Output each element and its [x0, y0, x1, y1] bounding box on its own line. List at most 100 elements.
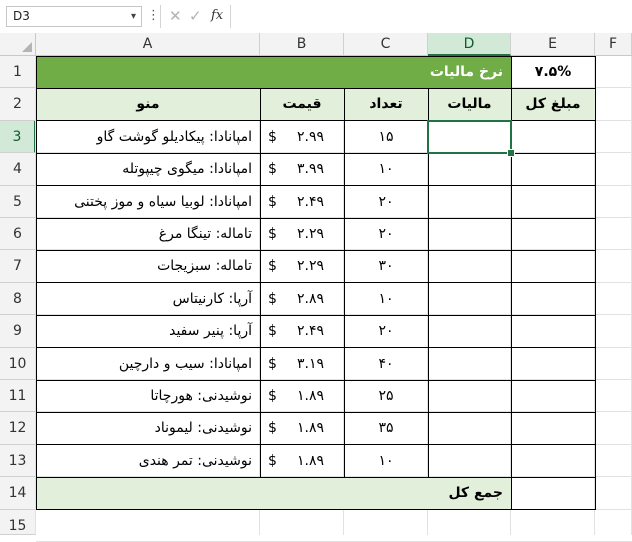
- row-header-11[interactable]: 11: [0, 380, 36, 413]
- total-cell[interactable]: [511, 315, 595, 347]
- row-header-14[interactable]: 14: [0, 477, 36, 510]
- column-header-a[interactable]: A: [36, 33, 260, 56]
- row-header-1[interactable]: 1: [0, 56, 36, 89]
- quantity-cell[interactable]: ۳۵: [344, 412, 428, 444]
- total-cell[interactable]: [511, 250, 595, 282]
- price-cell[interactable]: $۲.۹۹: [260, 121, 344, 153]
- menu-item-cell[interactable]: نوشیدنی: لیموناد: [36, 412, 260, 444]
- row-header-12[interactable]: 12: [0, 412, 36, 445]
- menu-item-cell[interactable]: نوشیدنی: تمر هندی: [36, 445, 260, 477]
- menu-item-cell[interactable]: تاماله: سبزیجات: [36, 250, 260, 282]
- tax-cell[interactable]: [428, 315, 511, 347]
- grand-total-value[interactable]: [511, 477, 595, 509]
- chevron-down-icon[interactable]: ▾: [131, 7, 136, 26]
- price-cell[interactable]: $۲.۸۹: [260, 283, 344, 315]
- price-value: ۱.۸۹: [296, 452, 324, 469]
- row-header-15[interactable]: 15: [0, 509, 36, 535]
- x-icon[interactable]: ✕: [169, 7, 182, 25]
- check-icon[interactable]: ✓: [189, 7, 202, 25]
- tax-cell[interactable]: [428, 348, 511, 380]
- row-header-4[interactable]: 4: [0, 153, 36, 186]
- row-header-5[interactable]: 5: [0, 185, 36, 218]
- menu-item-cell[interactable]: امپانادا: پیکادیلو گوشت گاو: [36, 121, 260, 153]
- quantity-cell[interactable]: ۱۵: [344, 121, 428, 153]
- price-cell[interactable]: $۳.۱۹: [260, 348, 344, 380]
- menu-item-cell[interactable]: نوشیدنی: هورچاتا: [36, 380, 260, 412]
- price-cell[interactable]: $۲.۴۹: [260, 186, 344, 218]
- header-menu[interactable]: منو: [36, 88, 260, 121]
- currency-symbol: $: [268, 193, 277, 210]
- row-header-7[interactable]: 7: [0, 250, 36, 283]
- tax-cell[interactable]: [428, 412, 511, 444]
- tax-cell[interactable]: [428, 283, 511, 315]
- tax-rate-label[interactable]: نرخ مالیات: [36, 56, 511, 89]
- fill-handle[interactable]: [507, 149, 515, 158]
- total-cell[interactable]: [511, 283, 595, 315]
- column-header-f[interactable]: F: [595, 33, 632, 56]
- quantity-cell[interactable]: ۲۰: [344, 186, 428, 218]
- tax-cell[interactable]: [428, 445, 511, 477]
- tax-cell[interactable]: [428, 250, 511, 282]
- menu-item-cell[interactable]: تاماله: تینگا مرغ: [36, 218, 260, 250]
- total-cell[interactable]: [511, 121, 595, 153]
- tax-rate-value[interactable]: ۷.۵%: [511, 56, 595, 88]
- header-quantity[interactable]: تعداد: [344, 88, 428, 121]
- price-cell[interactable]: $۱.۸۹: [260, 445, 344, 477]
- active-cell-selection[interactable]: [427, 119, 512, 155]
- total-cell[interactable]: [511, 380, 595, 412]
- column-header-b[interactable]: B: [260, 33, 344, 56]
- column-header-e[interactable]: E: [511, 33, 595, 56]
- total-cell[interactable]: [511, 153, 595, 185]
- price-cell[interactable]: $۲.۴۹: [260, 315, 344, 347]
- header-tax[interactable]: مالیات: [428, 88, 511, 121]
- name-box[interactable]: D3 ▾: [6, 6, 142, 27]
- menu-item-cell[interactable]: امپانادا: لوبیا سیاه و موز پختنی: [36, 186, 260, 218]
- price-cell[interactable]: $۱.۸۹: [260, 380, 344, 412]
- row-header-2[interactable]: 2: [0, 88, 36, 121]
- total-cell[interactable]: [511, 186, 595, 218]
- quantity-cell[interactable]: ۲۰: [344, 218, 428, 250]
- select-all-button[interactable]: [0, 33, 36, 56]
- price-value: ۳.۱۹: [296, 355, 324, 372]
- header-total[interactable]: مبلغ کل: [511, 88, 595, 121]
- total-cell[interactable]: [511, 348, 595, 380]
- menu-item-cell[interactable]: امپانادا: سیب و دارچین: [36, 348, 260, 380]
- quantity-cell[interactable]: ۴۰: [344, 348, 428, 380]
- price-value: ۳.۹۹: [296, 161, 324, 178]
- price-cell[interactable]: $۲.۲۹: [260, 218, 344, 250]
- more-options-icon[interactable]: ⋮: [147, 8, 160, 23]
- menu-item-cell[interactable]: آرپا: کارنیتاس: [36, 283, 260, 315]
- price-cell[interactable]: $۳.۹۹: [260, 153, 344, 185]
- column-header-c[interactable]: C: [344, 33, 428, 56]
- total-cell[interactable]: [511, 218, 595, 250]
- total-cell[interactable]: [511, 445, 595, 477]
- fx-icon[interactable]: fx: [211, 8, 223, 23]
- grand-total-label[interactable]: جمع کل: [36, 477, 511, 510]
- quantity-cell[interactable]: ۲۵: [344, 380, 428, 412]
- formula-input[interactable]: [230, 5, 632, 28]
- row-header-3[interactable]: 3: [0, 120, 36, 154]
- tax-cell[interactable]: [428, 218, 511, 250]
- price-value: ۲.۹۹: [296, 128, 324, 145]
- menu-item-cell[interactable]: امپانادا: میگوی چیپوتله: [36, 153, 260, 185]
- price-cell[interactable]: $۲.۲۹: [260, 250, 344, 282]
- quantity-cell[interactable]: ۱۰: [344, 153, 428, 185]
- row-header-13[interactable]: 13: [0, 444, 36, 478]
- row-header-10[interactable]: 10: [0, 347, 36, 380]
- row-header-9[interactable]: 9: [0, 315, 36, 348]
- column-header-d[interactable]: D: [428, 33, 511, 56]
- tax-cell[interactable]: [428, 186, 511, 218]
- tax-cell[interactable]: [428, 153, 511, 185]
- row-header-8[interactable]: 8: [0, 282, 36, 316]
- quantity-cell[interactable]: ۱۰: [344, 445, 428, 477]
- total-cell[interactable]: [511, 412, 595, 444]
- price-cell[interactable]: $۱.۸۹: [260, 412, 344, 444]
- quantity-cell[interactable]: ۱۰: [344, 283, 428, 315]
- row-header-6[interactable]: 6: [0, 218, 36, 251]
- quantity-cell[interactable]: ۲۰: [344, 315, 428, 347]
- cell-border: [594, 56, 596, 510]
- menu-item-cell[interactable]: آرپا: پنیر سفید: [36, 315, 260, 347]
- header-price[interactable]: قیمت: [260, 88, 344, 121]
- quantity-cell[interactable]: ۳۰: [344, 250, 428, 282]
- tax-cell[interactable]: [428, 380, 511, 412]
